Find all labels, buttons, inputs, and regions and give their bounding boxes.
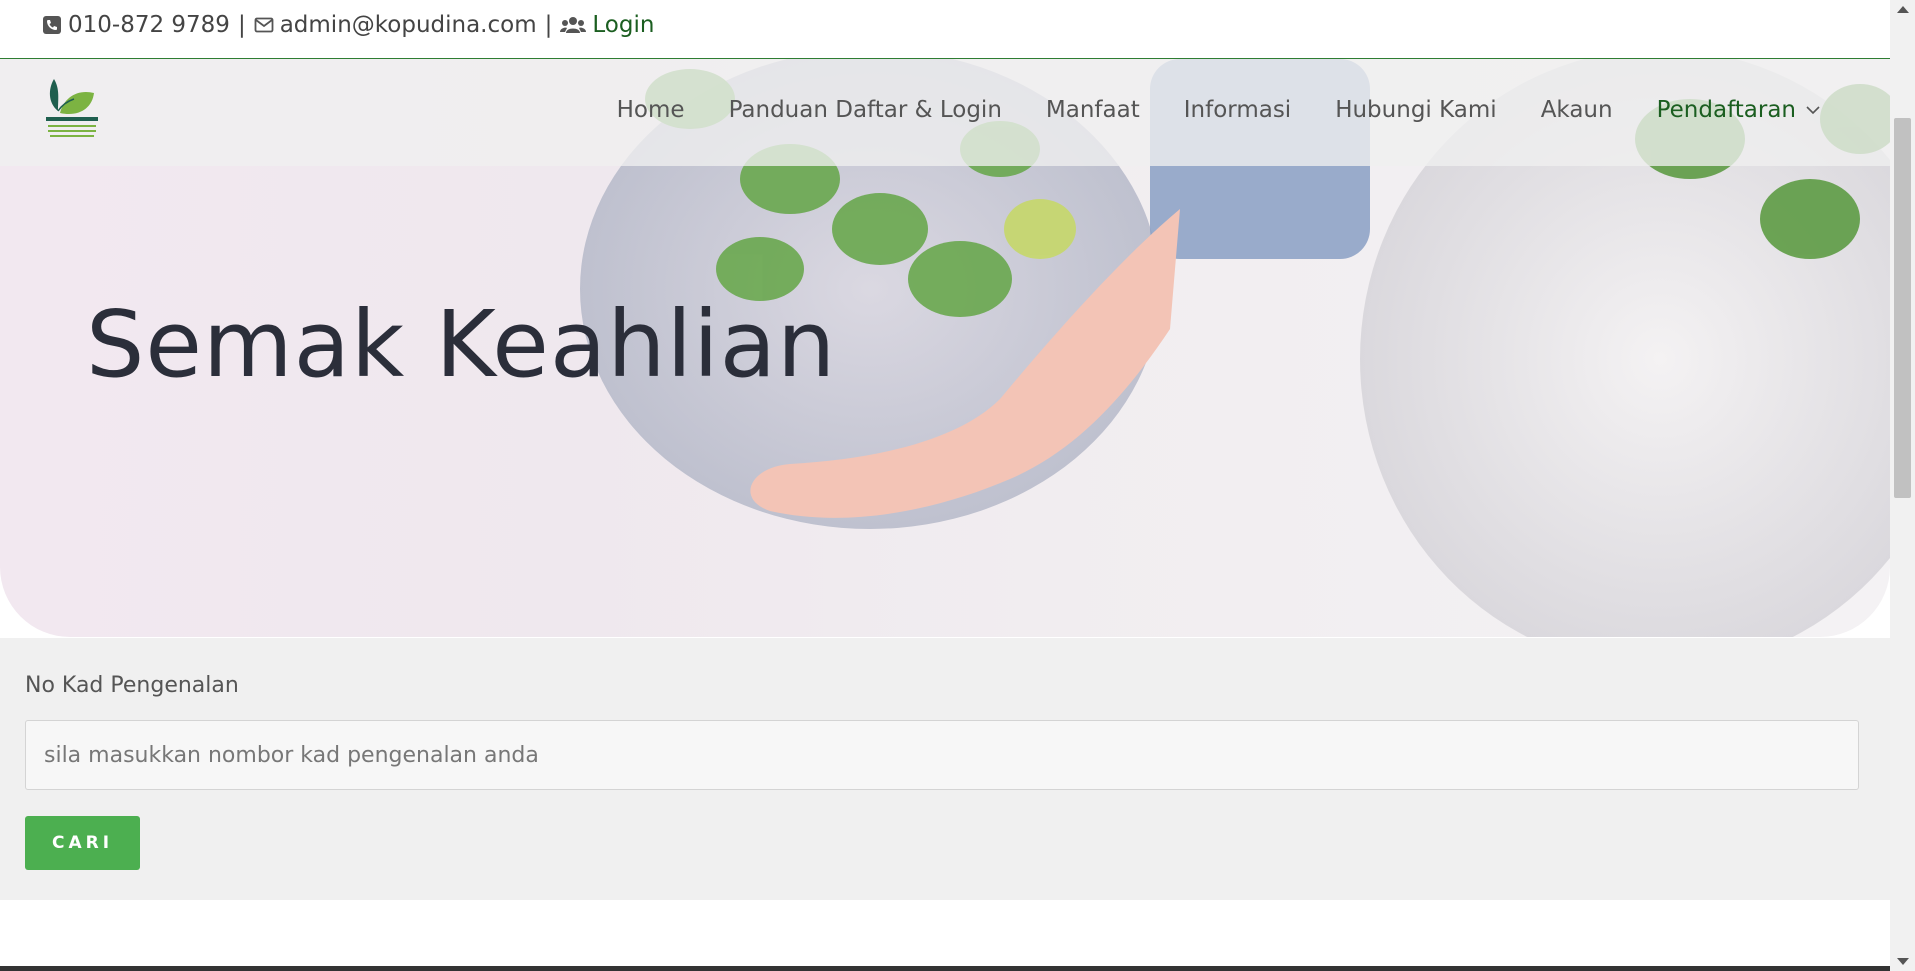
nav-item-home[interactable]: Home [617, 97, 685, 123]
nav-item-hubungi[interactable]: Hubungi Kami [1335, 97, 1497, 123]
scroll-down-arrow-icon[interactable] [1897, 958, 1909, 965]
separator: | [237, 12, 246, 38]
email-address[interactable]: admin@kopudina.com [280, 12, 537, 38]
chevron-down-icon [1806, 106, 1820, 115]
separator: | [544, 12, 553, 38]
page: Semak Keahlian 010-872 9789 | admin@kopu… [0, 0, 1890, 971]
nav-item-pendaftaran-label: Pendaftaran [1656, 97, 1796, 123]
login-link[interactable]: Login [592, 12, 654, 38]
phone-number: 010-872 9789 [68, 12, 230, 38]
nav-menu: Home Panduan Daftar & Login Manfaat Info… [573, 97, 1820, 123]
contact-info: 010-872 9789 | admin@kopudina.com | Logi… [42, 12, 654, 38]
phone-square-icon [43, 16, 61, 34]
scroll-up-arrow-icon[interactable] [1897, 6, 1909, 13]
page-title: Semak Keahlian [86, 291, 837, 398]
top-contact-bar: 010-872 9789 | admin@kopudina.com | Logi… [0, 0, 1890, 59]
page-bottom-edge [0, 966, 1890, 971]
users-icon [560, 17, 587, 33]
main-navbar: Home Panduan Daftar & Login Manfaat Info… [0, 59, 1890, 166]
nav-item-manfaat[interactable]: Manfaat [1046, 97, 1140, 123]
ic-number-label: No Kad Pengenalan [25, 673, 239, 698]
scrollbar-thumb[interactable] [1894, 118, 1911, 498]
nav-item-akaun[interactable]: Akaun [1541, 97, 1613, 123]
nav-item-informasi[interactable]: Informasi [1184, 97, 1291, 123]
envelope-icon [254, 17, 274, 33]
kopudina-logo[interactable] [44, 75, 100, 145]
vertical-scrollbar[interactable] [1890, 0, 1915, 971]
ic-number-input[interactable] [25, 720, 1859, 790]
nav-item-pendaftaran[interactable]: Pendaftaran [1657, 97, 1820, 123]
search-form: No Kad Pengenalan CARI [0, 638, 1890, 900]
nav-item-panduan[interactable]: Panduan Daftar & Login [729, 97, 1002, 123]
search-button[interactable]: CARI [25, 816, 140, 870]
